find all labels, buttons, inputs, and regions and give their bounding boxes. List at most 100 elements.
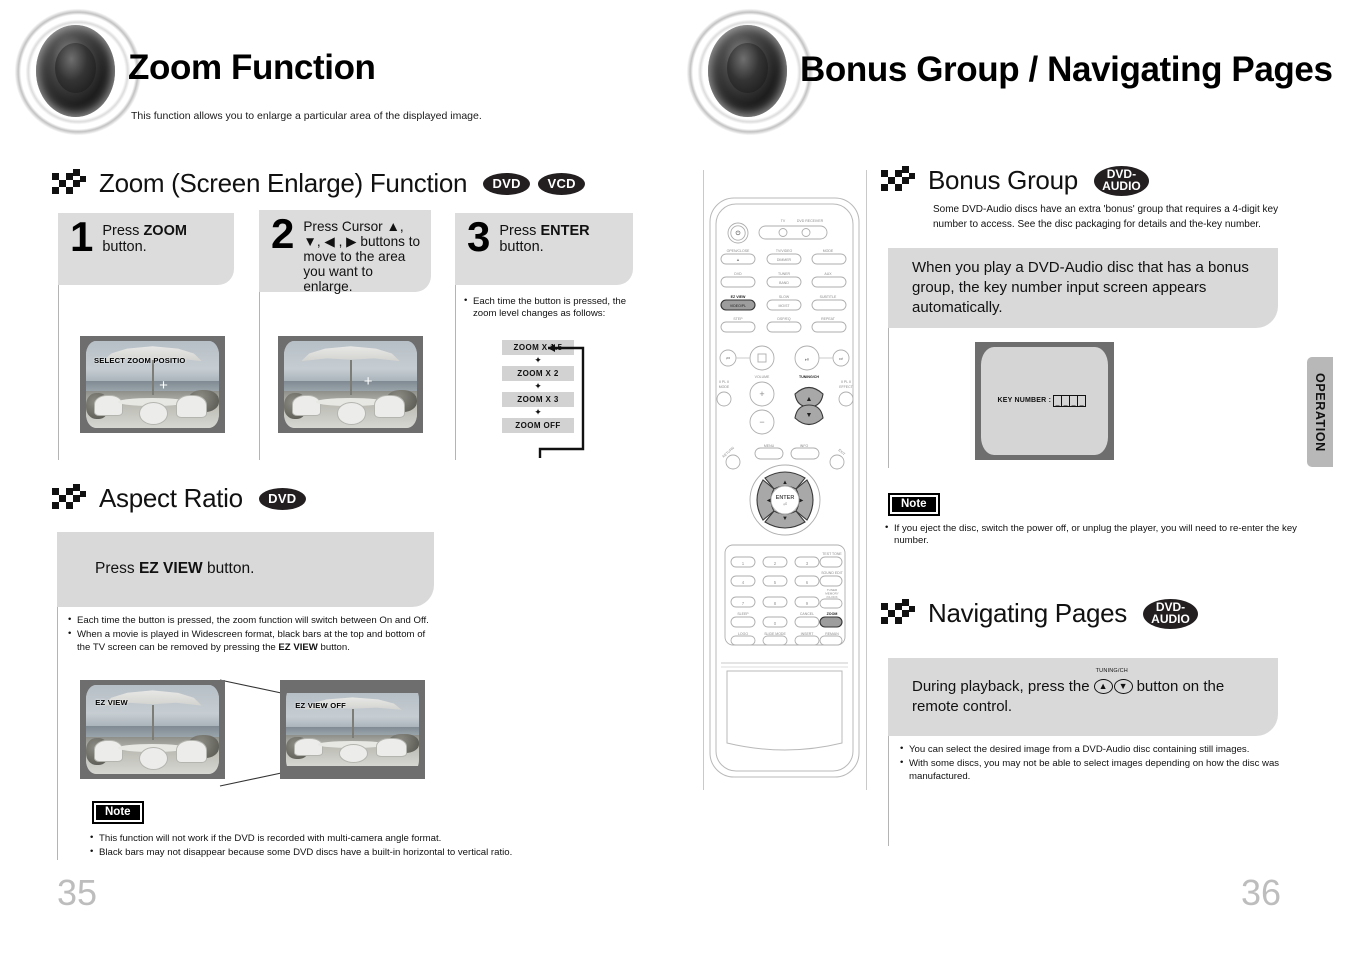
page-number-right: 36 xyxy=(1241,872,1282,913)
column-rule-left xyxy=(703,170,704,790)
aspect-note-bullet-2: Black bars may not disappear because som… xyxy=(90,846,610,859)
aspect-bullet-list: Each time the button is pressed, the zoo… xyxy=(68,614,433,656)
chair-right xyxy=(176,394,208,418)
remote-label-ez-view: EZ VIEW xyxy=(731,295,746,299)
checker-pattern-icon xyxy=(52,483,86,509)
step-2-stem xyxy=(259,292,260,460)
tv-osd-label-1: SELECT ZOOM POSITIO xyxy=(93,355,186,365)
tv-screen-ez-view-off: EZ VIEW OFF xyxy=(280,680,425,779)
step-3-bullet-list: Each time the button is pressed, the zoo… xyxy=(464,295,639,323)
key-number-screen: KEY NUMBER : _ _ _ _ xyxy=(981,347,1108,455)
aspect-note-bullet-1: This function will not work if the DVD i… xyxy=(90,832,610,845)
aspect-stem xyxy=(57,607,58,860)
svg-text:SLOW: SLOW xyxy=(779,295,790,299)
svg-text:STEP: STEP xyxy=(733,317,743,321)
step-3-bullet: Each time the button is pressed, the zoo… xyxy=(464,295,639,321)
tv-image-ez-view-off: EZ VIEW OFF xyxy=(286,685,419,774)
bonus-intro-text: Some DVD-Audio discs have an extra 'bonu… xyxy=(933,204,1279,230)
disc-badges-aspect: DVD xyxy=(258,487,306,510)
remote-label-enter: ENTER xyxy=(776,495,795,501)
step-3-stem xyxy=(455,285,456,460)
svg-text:▲: ▲ xyxy=(806,396,813,403)
badge-dvd-audio: DVD-AUDIO xyxy=(1143,598,1198,629)
section-title-bonus: Bonus Group xyxy=(928,165,1078,195)
section-heading-navigating: Navigating Pages DVD-AUDIO xyxy=(881,598,1198,629)
bonus-instruction-panel: When you play a DVD-Audio disc that has … xyxy=(888,248,1278,328)
tv-osd-label-ez-view-off: EZ VIEW OFF xyxy=(295,701,347,711)
step-3-post: button. xyxy=(499,239,544,256)
svg-text:MO/ST: MO/ST xyxy=(778,304,790,308)
section-heading-aspect: Aspect Ratio DVD xyxy=(52,483,306,514)
step-3-pre: Press xyxy=(499,223,541,239)
badge-vcd: VCD xyxy=(538,172,586,195)
svg-text:DSP/EQ: DSP/EQ xyxy=(777,317,791,321)
aspect-post: button. xyxy=(202,560,255,578)
step-box-1: 1 Press ZOOM button. xyxy=(58,213,234,285)
checker-pattern-icon xyxy=(881,598,915,624)
zoom-crosshair-1: + xyxy=(159,376,168,394)
section-title-navigating: Navigating Pages xyxy=(928,598,1127,628)
navigating-bullet-list: You can select the desired image from a … xyxy=(900,743,1315,785)
badge-dvd: DVD xyxy=(483,172,531,195)
tv-screen-image-1: SELECT ZOOM POSITIO + xyxy=(86,341,219,428)
aspect-instruction-panel: Press EZ VIEW button. xyxy=(57,532,434,607)
svg-text:TEST TONE: TEST TONE xyxy=(822,552,842,556)
aspect-bullet-2-pre: When a movie is played in Widescreen for… xyxy=(77,629,426,653)
umbrella-pole xyxy=(349,360,352,395)
umbrella-pole xyxy=(351,709,354,739)
bonus-instruction-text: When you play a DVD-Audio disc that has … xyxy=(912,258,1249,317)
svg-text:▶: ▶ xyxy=(799,498,804,504)
bonus-note-list: If you eject the disc, switch the power … xyxy=(885,522,1305,550)
key-number-label: KEY NUMBER : xyxy=(997,397,1052,405)
aspect-pre: Press xyxy=(95,560,139,578)
page-title: Zoom Function xyxy=(128,48,376,87)
remote-button-zoom xyxy=(819,616,843,628)
svg-text:+: + xyxy=(759,389,764,399)
svg-text:Ⅱ PL Ⅱ: Ⅱ PL Ⅱ xyxy=(841,380,851,384)
key-number-row: KEY NUMBER : _ _ _ _ xyxy=(997,394,1087,407)
swirl-cone xyxy=(707,24,788,117)
tv-screen-key-number: KEY NUMBER : _ _ _ _ xyxy=(975,342,1114,460)
svg-text:SLEEP: SLEEP xyxy=(737,612,749,616)
aspect-bullet-2-post: button. xyxy=(317,641,350,653)
svg-text:▼: ▼ xyxy=(806,412,813,419)
checker-pattern-icon xyxy=(881,165,915,191)
chair-center xyxy=(139,401,169,425)
svg-text:CANCEL: CANCEL xyxy=(800,612,814,616)
step-text-2: Press Cursor ▲, ▼, ◀ , ▶ buttons to move… xyxy=(303,219,421,294)
svg-text:⏻: ⏻ xyxy=(736,230,741,237)
chair-right xyxy=(376,738,408,758)
svg-text:▼: ▼ xyxy=(782,516,788,522)
speaker-swirl-decoration xyxy=(14,8,142,136)
svg-text:EFFECT: EFFECT xyxy=(839,385,853,389)
page-number-left: 35 xyxy=(57,872,98,913)
disc-badge-bonus: DVD-AUDIO xyxy=(1093,165,1149,196)
step-1-post: button. xyxy=(102,239,147,256)
svg-text:DIMMER: DIMMER xyxy=(777,258,792,262)
aspect-bullet-2-bold: EZ VIEW xyxy=(278,641,318,653)
badge-dvd: DVD xyxy=(258,487,306,510)
step-text-1: Press ZOOM button. xyxy=(102,221,224,277)
svg-text:MODE: MODE xyxy=(719,385,730,389)
navigating-instruction-panel: During playback, press the TUNING/CH ▲ ▼ but… xyxy=(888,658,1278,736)
side-tab-label: OPERATION xyxy=(1313,372,1327,452)
svg-text:INFO: INFO xyxy=(800,444,809,448)
tv-screen-image-2: + xyxy=(284,341,417,428)
svg-text:⏮: ⏮ xyxy=(726,356,730,361)
umbrella-pole xyxy=(151,360,154,395)
aspect-note-list: This function will not work if the DVD i… xyxy=(90,832,610,862)
navigating-instruction-text: During playback, press the TUNING/CH ▲ ▼ but… xyxy=(888,668,1278,717)
umbrella-pole xyxy=(151,704,154,741)
tv-osd-label-ez-view: EZ VIEW xyxy=(95,698,128,708)
navigating-pre: During playback, press the xyxy=(912,677,1090,695)
svg-text:REPEAT: REPEAT xyxy=(821,317,836,321)
side-tab-operation: OPERATION xyxy=(1307,357,1333,467)
svg-text:Ⅱ PL Ⅱ: Ⅱ PL Ⅱ xyxy=(719,380,729,384)
svg-text:−: − xyxy=(759,417,764,427)
chair-left xyxy=(93,394,124,416)
svg-text:SLIDE MODE: SLIDE MODE xyxy=(764,632,786,636)
aspect-instruction-text: Press EZ VIEW button. xyxy=(57,559,272,580)
bonus-note-bullet-1: If you eject the disc, switch the power … xyxy=(885,522,1305,548)
section-heading-zoom: Zoom (Screen Enlarge) Function DVD VCD xyxy=(52,168,586,199)
flow-loop-arrow-icon xyxy=(538,344,585,458)
